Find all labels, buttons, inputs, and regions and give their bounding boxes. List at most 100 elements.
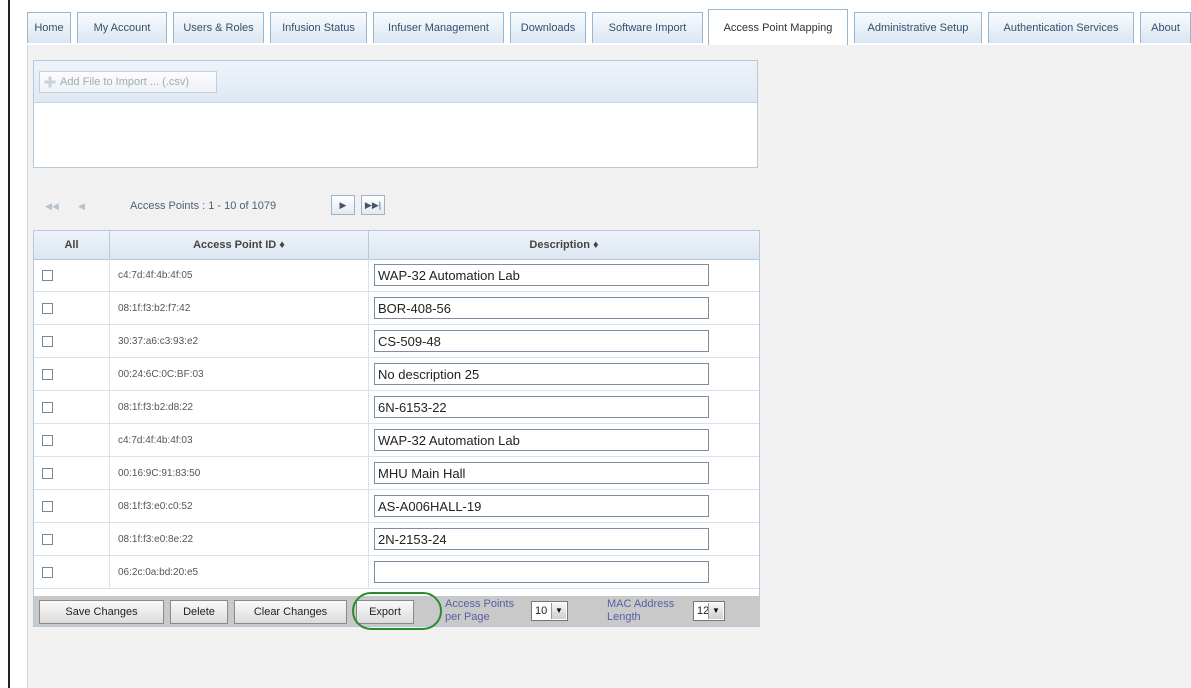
mac-length-label-line2: Length [607, 611, 641, 623]
description-cell [369, 424, 759, 456]
description-cell [369, 292, 759, 324]
clear-changes-button[interactable]: Clear Changes [234, 600, 347, 624]
add-file-label: Add File to Import ... (.csv) [60, 76, 189, 88]
row-checkbox-cell [34, 490, 110, 522]
row-checkbox[interactable] [42, 369, 53, 380]
row-checkbox-cell [34, 424, 110, 456]
tab-users-roles[interactable]: Users & Roles [173, 12, 264, 43]
description-cell [369, 325, 759, 357]
last-page-button[interactable]: ▶▶| [361, 195, 385, 215]
row-checkbox[interactable] [42, 501, 53, 512]
access-point-id: c4:7d:4f:4b:4f:05 [110, 259, 369, 291]
description-input[interactable] [374, 396, 709, 418]
row-checkbox[interactable] [42, 435, 53, 446]
tab-my-account[interactable]: My Account [77, 12, 167, 43]
prev-page-icon[interactable]: ◀ [78, 201, 85, 212]
row-checkbox[interactable] [42, 567, 53, 578]
description-input[interactable] [374, 264, 709, 286]
row-checkbox-cell [34, 292, 110, 324]
column-header-access-point-id[interactable]: Access Point ID ♦ [110, 231, 369, 259]
access-point-id: 00:16:9C:91:83:50 [110, 457, 369, 489]
table-row: 00:16:9C:91:83:50 [34, 457, 759, 490]
description-cell [369, 358, 759, 390]
pager-status: Access Points : 1 - 10 of 1079 [130, 200, 277, 212]
table-row: 30:37:a6:c3:93:e2 [34, 325, 759, 358]
first-page-icon[interactable]: ◀◀ [45, 201, 59, 212]
access-point-id: 08:1f:f3:b2:f7:42 [110, 292, 369, 324]
tab-infuser-management[interactable]: Infuser Management [373, 12, 504, 43]
row-checkbox[interactable] [42, 336, 53, 347]
description-input[interactable] [374, 330, 709, 352]
access-point-id: 08:1f:f3:e0:8e:22 [110, 523, 369, 555]
row-checkbox[interactable] [42, 468, 53, 479]
left-border [8, 0, 10, 688]
table-row: 08:1f:f3:e0:8e:22 [34, 523, 759, 556]
chevron-down-icon[interactable]: ▼ [551, 603, 566, 619]
import-panel: Add File to Import ... (.csv) [33, 60, 758, 168]
per-page-value: 10 [535, 605, 548, 617]
per-page-label-line1: Access Points [445, 598, 515, 610]
description-input[interactable] [374, 462, 709, 484]
column-header-description[interactable]: Description ♦ [369, 231, 759, 259]
row-checkbox-cell [34, 391, 110, 423]
next-page-button[interactable]: ▶ [331, 195, 355, 215]
description-input[interactable] [374, 429, 709, 451]
tab-bar: Home My Account Users & Roles Infusion S… [27, 9, 1191, 45]
description-input[interactable] [374, 561, 709, 583]
tab-about[interactable]: About [1140, 12, 1191, 43]
row-checkbox-cell [34, 523, 110, 555]
description-input[interactable] [374, 297, 709, 319]
table-row: c4:7d:4f:4b:4f:03 [34, 424, 759, 457]
description-input[interactable] [374, 495, 709, 517]
access-point-id: 08:1f:f3:b2:d8:22 [110, 391, 369, 423]
save-changes-button[interactable]: Save Changes [39, 600, 164, 624]
mac-length-label-line1: MAC Address [607, 598, 675, 610]
tab-authentication-services[interactable]: Authentication Services [988, 12, 1134, 43]
row-checkbox-cell [34, 259, 110, 291]
tab-access-point-mapping[interactable]: Access Point Mapping [708, 9, 848, 45]
row-checkbox[interactable] [42, 534, 53, 545]
tab-infusion-status[interactable]: Infusion Status [270, 12, 367, 43]
row-checkbox[interactable] [42, 303, 53, 314]
table-footer: Save Changes Delete Clear Changes Export… [34, 592, 759, 630]
description-input[interactable] [374, 363, 709, 385]
column-header-all[interactable]: All [34, 231, 110, 259]
description-cell [369, 259, 759, 291]
mac-length-select[interactable]: 12 ▼ [693, 601, 725, 621]
tab-home[interactable]: Home [27, 12, 71, 43]
row-checkbox[interactable] [42, 270, 53, 281]
description-cell [369, 556, 759, 588]
tab-software-import[interactable]: Software Import [592, 12, 703, 43]
table-row: 06:2c:0a:bd:20:e5 [34, 556, 759, 589]
access-point-table: All Access Point ID ♦ Description ♦ c4:7… [33, 230, 760, 630]
table-row: 08:1f:f3:e0:c0:52 [34, 490, 759, 523]
add-file-button[interactable]: Add File to Import ... (.csv) [39, 71, 217, 93]
row-checkbox-cell [34, 556, 110, 588]
description-cell [369, 523, 759, 555]
chevron-down-icon[interactable]: ▼ [708, 603, 723, 619]
row-checkbox-cell [34, 457, 110, 489]
row-checkbox-cell [34, 358, 110, 390]
table-row: 00:24:6C:0C:BF:03 [34, 358, 759, 391]
delete-button[interactable]: Delete [170, 600, 228, 624]
access-point-id: 06:2c:0a:bd:20:e5 [110, 556, 369, 588]
export-button[interactable]: Export [356, 600, 414, 624]
table-row: 08:1f:f3:b2:f7:42 [34, 292, 759, 325]
description-cell [369, 391, 759, 423]
table-row: 08:1f:f3:b2:d8:22 [34, 391, 759, 424]
per-page-label: Access Points per Page [445, 598, 514, 624]
per-page-select[interactable]: 10 ▼ [531, 601, 568, 621]
tab-downloads[interactable]: Downloads [510, 12, 586, 43]
import-toolbar: Add File to Import ... (.csv) [34, 61, 757, 103]
access-point-id: 08:1f:f3:e0:c0:52 [110, 490, 369, 522]
description-cell [369, 457, 759, 489]
tab-administrative-setup[interactable]: Administrative Setup [854, 12, 982, 43]
access-point-id: 00:24:6C:0C:BF:03 [110, 358, 369, 390]
per-page-label-line2: per Page [445, 611, 490, 623]
access-point-id: 30:37:a6:c3:93:e2 [110, 325, 369, 357]
access-point-id: c4:7d:4f:4b:4f:03 [110, 424, 369, 456]
row-checkbox[interactable] [42, 402, 53, 413]
description-input[interactable] [374, 528, 709, 550]
pager: ◀◀ ◀ Access Points : 1 - 10 of 1079 ▶ ▶▶… [33, 193, 433, 219]
plus-icon [44, 76, 56, 88]
